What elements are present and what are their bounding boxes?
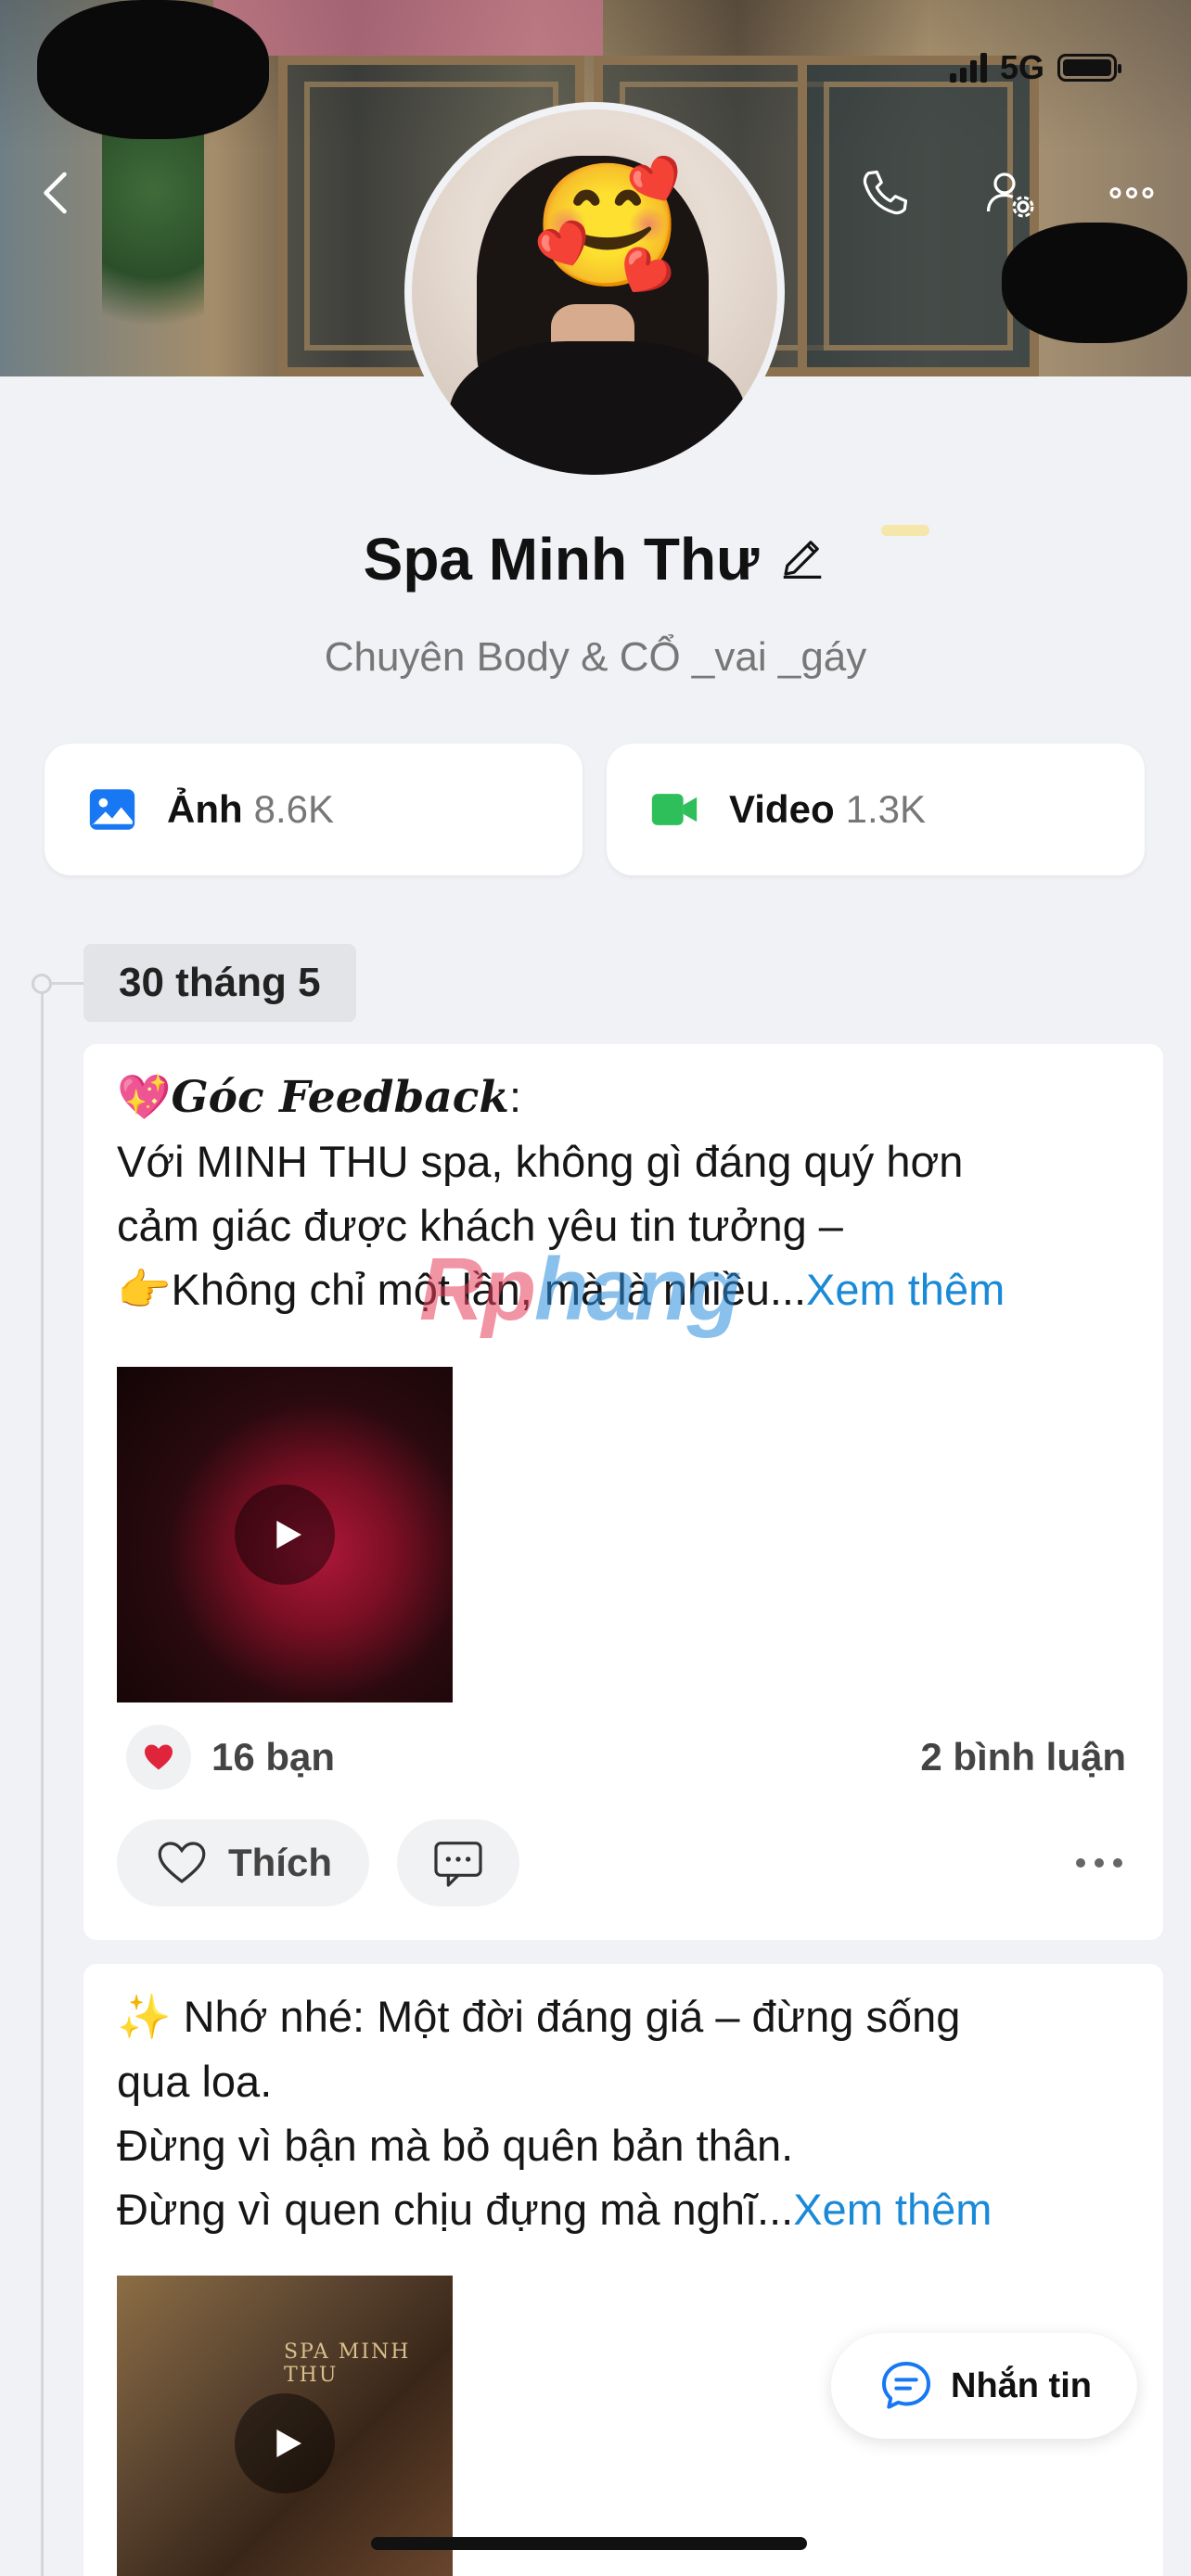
cover-plant bbox=[102, 111, 204, 376]
see-more-link[interactable]: Xem thêm bbox=[806, 1265, 1005, 1314]
photos-label: Ảnh bbox=[167, 787, 243, 831]
video-thumbnail[interactable] bbox=[117, 1367, 453, 1702]
cover-sign bbox=[213, 0, 603, 56]
post-line: Với MINH THU spa, không gì đáng quý hơn bbox=[117, 1137, 964, 1186]
video-icon bbox=[651, 794, 698, 825]
post-title: Góc Feedback bbox=[171, 1072, 509, 1123]
timeline-dot bbox=[32, 974, 52, 994]
image-icon bbox=[89, 789, 135, 830]
videos-card[interactable]: Video 1.3K bbox=[607, 744, 1145, 875]
smiling-face-hearts-icon: 🥰 bbox=[532, 155, 683, 296]
play-icon bbox=[276, 1521, 301, 1549]
watermark-logo: Rphang bbox=[419, 1240, 741, 1339]
videos-label: Video bbox=[729, 787, 835, 831]
message-label: Nhắn tin bbox=[951, 2366, 1092, 2405]
avatar-photo: 🥰 bbox=[412, 109, 777, 475]
timeline-line bbox=[41, 983, 44, 2576]
heart-outline-icon bbox=[158, 1842, 206, 1884]
post-card[interactable]: ✨ Nhớ nhé: Một đời đáng giá – đừng sống … bbox=[83, 1964, 1163, 2576]
heart-filled-icon bbox=[145, 1744, 173, 1770]
post-actions: Thích bbox=[117, 1819, 1130, 1906]
reaction-summary[interactable]: 16 bạn 2 bình luận bbox=[126, 1725, 1126, 1790]
post-text[interactable]: ✨ Nhớ nhé: Một đời đáng giá – đừng sống … bbox=[117, 1984, 1130, 2241]
back-button[interactable] bbox=[24, 159, 91, 226]
more-horizontal-icon bbox=[1109, 186, 1154, 198]
like-button[interactable]: Thích bbox=[117, 1819, 369, 1906]
chat-bubble-icon bbox=[882, 2362, 930, 2409]
post-line: qua loa. bbox=[117, 2057, 273, 2106]
phone-icon bbox=[863, 170, 908, 215]
comment-count[interactable]: 2 bình luận bbox=[920, 1735, 1126, 1779]
play-icon bbox=[276, 2429, 301, 2457]
status-bar: 5G bbox=[949, 48, 1121, 87]
redaction-scribble bbox=[1002, 223, 1187, 343]
comment-icon bbox=[434, 1842, 482, 1887]
timeline-connector bbox=[52, 982, 83, 985]
edit-name-button[interactable] bbox=[777, 532, 827, 587]
post-more-button[interactable] bbox=[1076, 1858, 1130, 1868]
redaction-scribble bbox=[37, 0, 269, 139]
heart-reaction-icon bbox=[126, 1725, 191, 1790]
decorative-dash bbox=[881, 525, 929, 536]
pointing-hand-icon: 👉 bbox=[117, 1265, 172, 1316]
battery-icon bbox=[1057, 54, 1121, 82]
call-button[interactable] bbox=[852, 159, 918, 226]
sparkling-heart-icon: 💖 bbox=[117, 1072, 172, 1123]
post-title-line: 💖Góc Feedback: bbox=[117, 1072, 522, 1123]
chevron-left-icon bbox=[44, 172, 67, 214]
profile-name-row: Spa Minh Thư bbox=[0, 525, 1191, 593]
post-card[interactable]: 💖Góc Feedback: Với MINH THU spa, không g… bbox=[83, 1044, 1163, 1940]
home-indicator bbox=[371, 2537, 807, 2550]
network-label: 5G bbox=[999, 48, 1044, 86]
post-line: ✨ Nhớ nhé: Một đời đáng giá – đừng sống bbox=[117, 1992, 961, 2043]
photos-card[interactable]: Ảnh 8.6K bbox=[45, 744, 583, 875]
comment-button[interactable] bbox=[397, 1819, 519, 1906]
sparkles-icon: ✨ bbox=[117, 1992, 172, 2043]
photos-count: 8.6K bbox=[253, 787, 335, 831]
signal-icon bbox=[949, 53, 987, 83]
profile-page: 5G 🥰 Spa Minh Thư Chuyên Body & CỔ _vai … bbox=[0, 0, 1191, 2576]
see-more-link[interactable]: Xem thêm bbox=[793, 2185, 992, 2234]
like-label: Thích bbox=[228, 1841, 332, 1884]
play-button[interactable] bbox=[235, 2393, 335, 2493]
profile-avatar[interactable]: 🥰 bbox=[404, 102, 785, 482]
timeline-date-chip: 30 tháng 5 bbox=[83, 944, 356, 1022]
videos-count: 1.3K bbox=[845, 787, 926, 831]
profile-settings-button[interactable] bbox=[976, 159, 1043, 226]
more-options-button[interactable] bbox=[1098, 159, 1165, 226]
user-settings-icon bbox=[986, 172, 1034, 218]
post-line: Đừng vì bận mà bỏ quên bản thân. bbox=[117, 2121, 794, 2170]
pencil-icon bbox=[784, 540, 822, 579]
profile-name: Spa Minh Thư bbox=[363, 526, 760, 593]
video-thumbnail[interactable]: SPA MINH THU bbox=[117, 2276, 453, 2576]
reaction-count: 16 bạn bbox=[211, 1735, 336, 1779]
play-button[interactable] bbox=[235, 1485, 335, 1585]
message-button[interactable]: Nhắn tin bbox=[831, 2333, 1137, 2439]
post-line: Đừng vì quen chịu đựng mà nghĩ...Xem thê… bbox=[117, 2185, 992, 2234]
profile-bio: Chuyên Body & CỔ _vai _gáy bbox=[324, 634, 867, 680]
thumbnail-sign-text: SPA MINH THU bbox=[284, 2340, 411, 2387]
